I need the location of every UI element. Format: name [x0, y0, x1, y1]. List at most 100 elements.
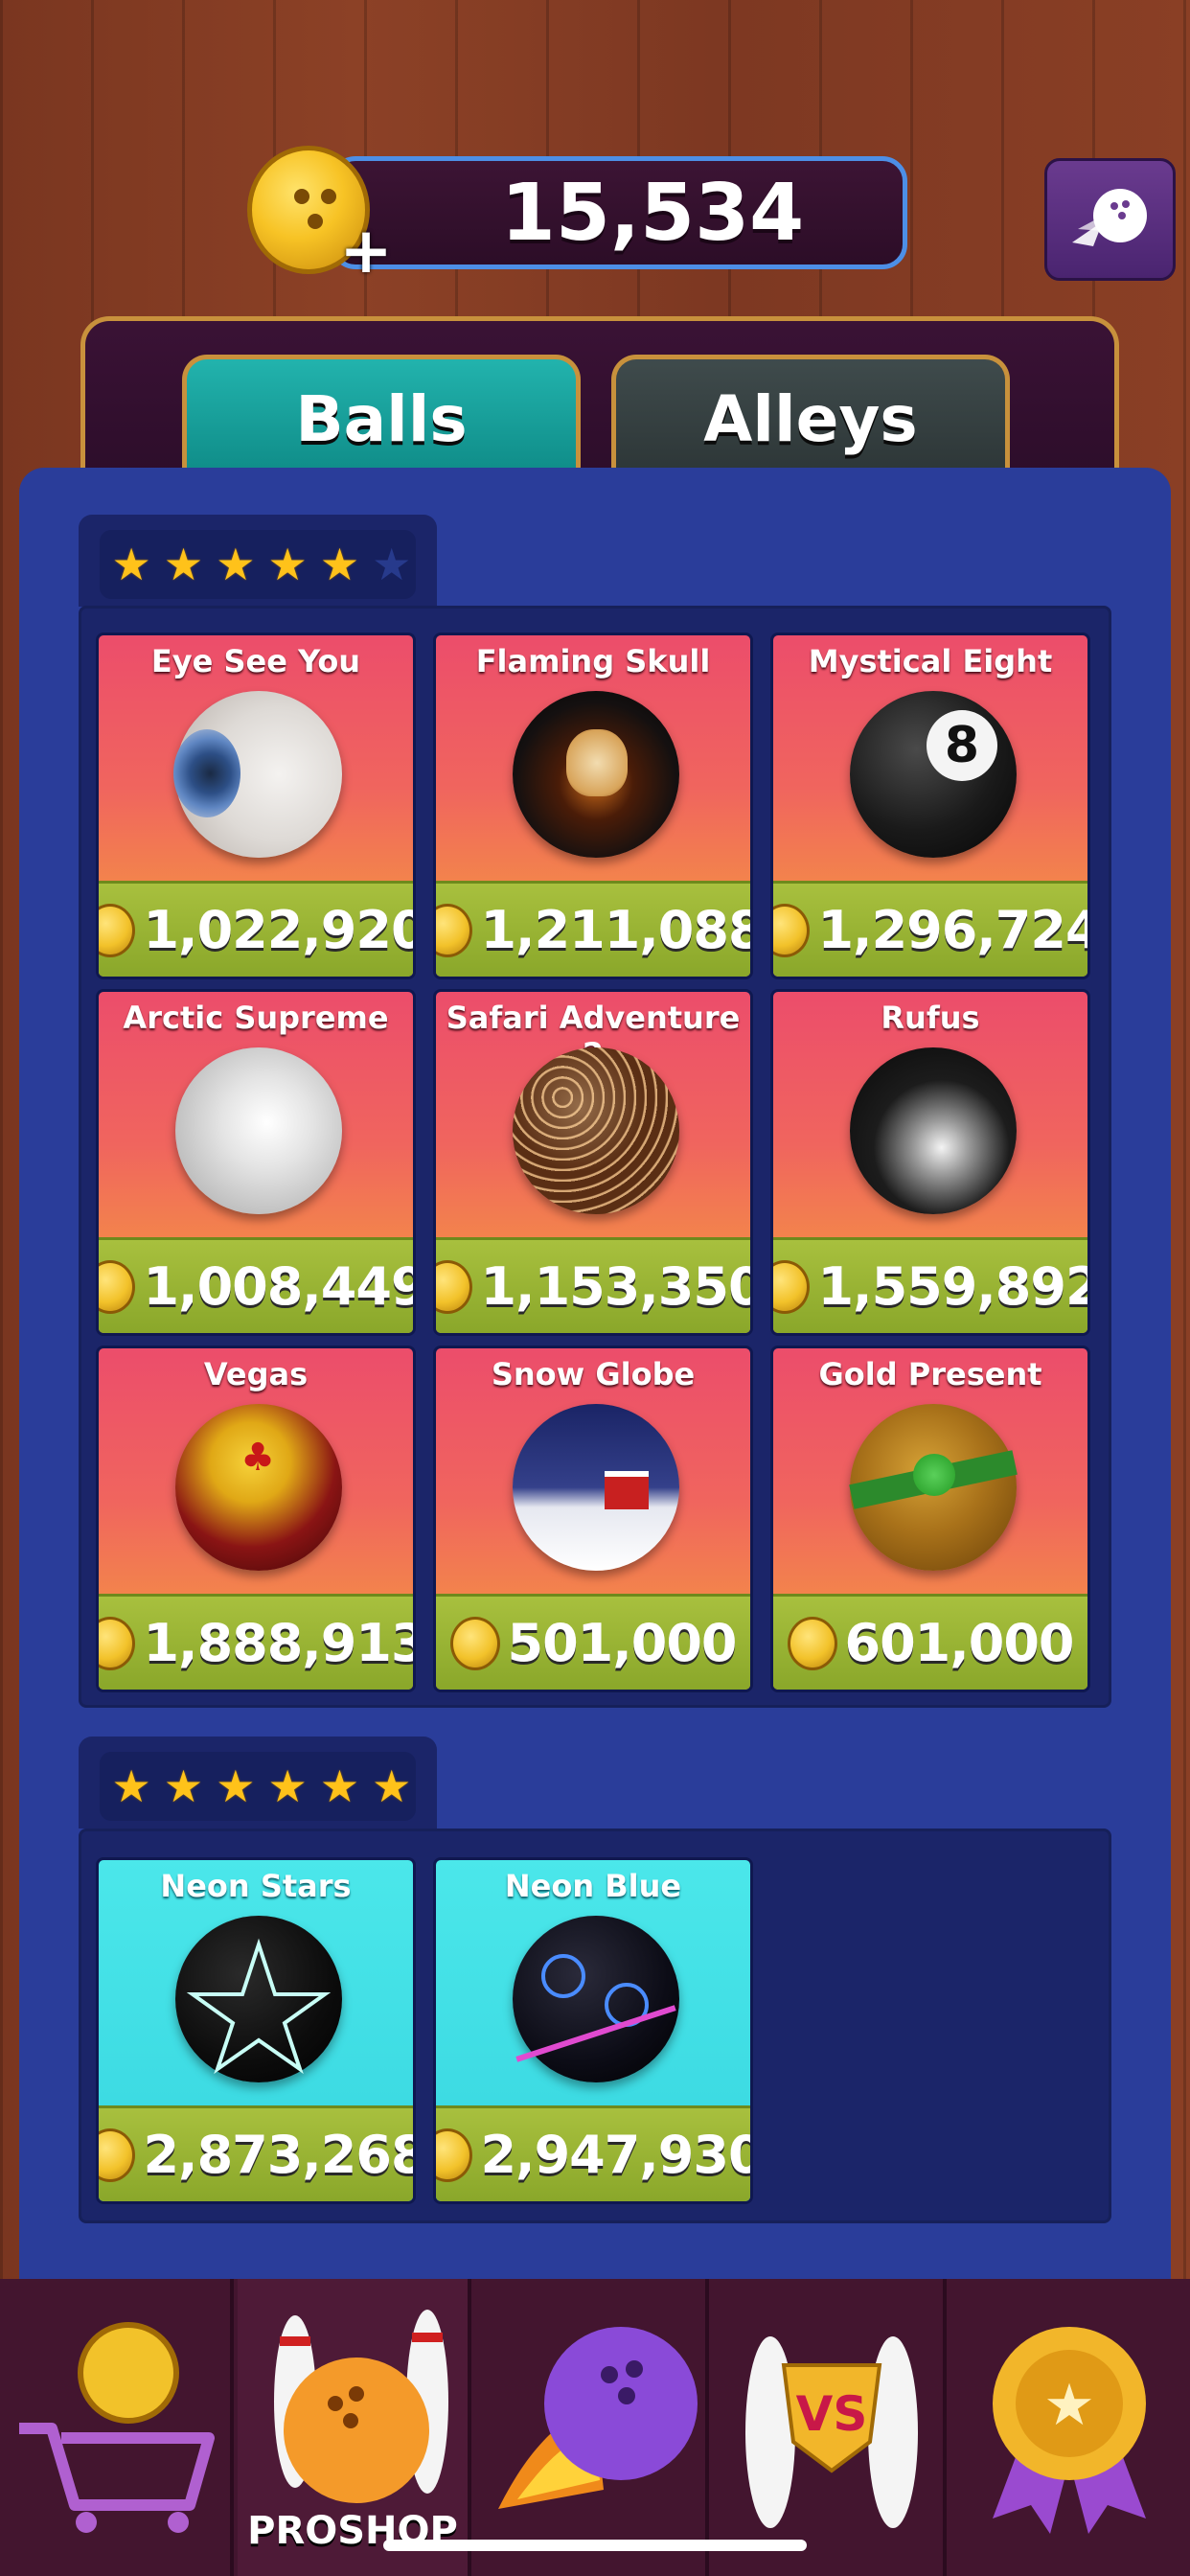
price-bar: 2,873,268	[99, 2105, 413, 2201]
ball-card[interactable]: Eye See You 1,022,920	[96, 632, 416, 979]
ball-name: Neon Stars	[160, 1868, 352, 1904]
coin-icon	[449, 1616, 500, 1670]
ball-card[interactable]: Vegas ♣ 1,888,913	[96, 1346, 416, 1692]
dog-ball-icon	[850, 1047, 1017, 1214]
ball-name: Arctic Supreme	[123, 1000, 389, 1036]
nav-proshop[interactable]: PROSHOP	[238, 2279, 471, 2576]
neon-star-icon	[186, 1938, 332, 2075]
coin-icon	[99, 1616, 136, 1670]
star-empty-icon: ★	[372, 539, 412, 590]
price-bar: 2,947,930	[436, 2105, 750, 2201]
ball-card[interactable]: Gold Present 601,000	[770, 1346, 1090, 1692]
coin-icon	[436, 2128, 473, 2182]
nav-versus[interactable]: VS	[713, 2279, 947, 2576]
star-icon: ★	[319, 539, 360, 590]
ball-name: Snow Globe	[491, 1356, 696, 1392]
vegas-ball-icon: ♣	[175, 1404, 342, 1571]
star-icon: ★	[111, 1760, 151, 1812]
coin-balance: 15,534	[500, 167, 805, 259]
ball-card[interactable]: Neon Blue 2,947,930	[433, 1857, 753, 2204]
nav-play[interactable]	[475, 2279, 709, 2576]
star-icon: ★	[111, 539, 151, 590]
price-bar: 1,008,449	[99, 1237, 413, 1333]
star-icon: ★	[267, 1760, 308, 1812]
price-bar: 1,211,088	[436, 881, 750, 977]
svg-text:★: ★	[1043, 2372, 1095, 2439]
bowling-ball-button[interactable]	[1044, 158, 1176, 281]
coin-icon	[787, 1616, 837, 1670]
ball-price: 2,873,268	[143, 2125, 416, 2185]
rating-tab-6-stars: ★ ★ ★ ★ ★ ★	[79, 1736, 437, 1828]
neon-blue-ball-icon	[513, 1916, 679, 2082]
price-bar: 1,153,350	[436, 1237, 750, 1333]
star-rating: ★ ★ ★ ★ ★ ★	[100, 530, 416, 599]
ball-name: Gold Present	[818, 1356, 1042, 1392]
star-icon: ★	[216, 539, 256, 590]
coin-balance-bar[interactable]: 15,534	[331, 156, 907, 269]
price-bar: 1,296,724	[773, 881, 1087, 977]
ball-card[interactable]: Neon Stars 2,873,268	[96, 1857, 416, 2204]
star-icon: ★	[216, 1760, 256, 1812]
ball-card[interactable]: Mystical Eight 8 1,296,724	[770, 632, 1090, 979]
neon-star-ball-icon	[175, 1916, 342, 2082]
coin-icon	[436, 1259, 473, 1314]
bowling-ball-icon	[1071, 189, 1147, 246]
ball-name: Flaming Skull	[475, 643, 711, 679]
ball-price: 1,008,449	[143, 1256, 416, 1317]
star-icon: ★	[163, 539, 204, 590]
ball-price: 1,022,920	[143, 900, 416, 960]
price-bar: 501,000	[436, 1594, 750, 1690]
ball-price: 601,000	[844, 1613, 1075, 1673]
ball-name: Rufus	[881, 1000, 980, 1036]
coin-icon	[436, 903, 473, 957]
ball-price: 1,211,088	[480, 900, 753, 960]
price-bar: 1,022,920	[99, 881, 413, 977]
ball-card[interactable]: Snow Globe 501,000	[433, 1346, 753, 1692]
arctic-ball-icon	[175, 1047, 342, 1214]
ball-card[interactable]: Safari Adventure 2 1,153,350	[433, 989, 753, 1336]
star-icon: ★	[267, 539, 308, 590]
ball-card[interactable]: Arctic Supreme 1,008,449	[96, 989, 416, 1336]
ball-name: Mystical Eight	[808, 643, 1053, 679]
bottom-nav: PROSHOP VS ★	[0, 2279, 1190, 2576]
shopping-cart-coin-icon	[19, 2322, 215, 2533]
coin-icon	[773, 1259, 811, 1314]
tab-balls[interactable]: Balls	[182, 355, 581, 479]
rating-tab-5-stars: ★ ★ ★ ★ ★ ★	[79, 515, 437, 607]
flaming-ball-icon	[498, 2327, 698, 2509]
nav-achievements[interactable]: ★	[950, 2279, 1184, 2576]
ball-price: 1,888,913	[143, 1613, 416, 1673]
eye-ball-icon	[173, 691, 342, 858]
versus-pins-icon: VS	[745, 2336, 918, 2528]
star-icon: ★	[372, 1760, 412, 1812]
star-icon: ★	[319, 1760, 360, 1812]
price-bar: 1,888,913	[99, 1594, 413, 1690]
price-bar: 1,559,892	[773, 1237, 1087, 1333]
plus-icon[interactable]: +	[337, 219, 395, 283]
ball-name: Neon Blue	[504, 1868, 682, 1904]
ball-card[interactable]: Flaming Skull 1,211,088	[433, 632, 753, 979]
ball-price: 1,153,350	[480, 1256, 753, 1317]
ball-price: 1,559,892	[817, 1256, 1090, 1317]
flaming-skull-ball-icon	[513, 691, 679, 858]
nav-shop[interactable]	[0, 2279, 234, 2576]
gold-present-ball-icon	[849, 1404, 1018, 1571]
award-medal-icon: ★	[993, 2327, 1146, 2534]
tab-alleys[interactable]: Alleys	[611, 355, 1010, 479]
ball-price: 1,296,724	[817, 900, 1090, 960]
ball-card[interactable]: Rufus 1,559,892	[770, 989, 1090, 1336]
ball-name: Eye See You	[150, 643, 361, 679]
home-indicator[interactable]	[383, 2540, 807, 2551]
star-rating: ★ ★ ★ ★ ★ ★	[100, 1752, 416, 1821]
svg-text:VS: VS	[796, 2386, 868, 2442]
star-icon: ★	[163, 1760, 204, 1812]
eight-ball-icon: 8	[850, 691, 1017, 858]
ball-name: Vegas	[203, 1356, 309, 1392]
giraffe-pattern-ball-icon	[513, 1047, 679, 1214]
coin-icon	[773, 903, 811, 957]
coin-icon	[99, 903, 136, 957]
coin-icon	[99, 1259, 136, 1314]
coin-icon	[99, 2128, 136, 2182]
price-bar: 601,000	[773, 1594, 1087, 1690]
ball-price: 501,000	[507, 1613, 738, 1673]
